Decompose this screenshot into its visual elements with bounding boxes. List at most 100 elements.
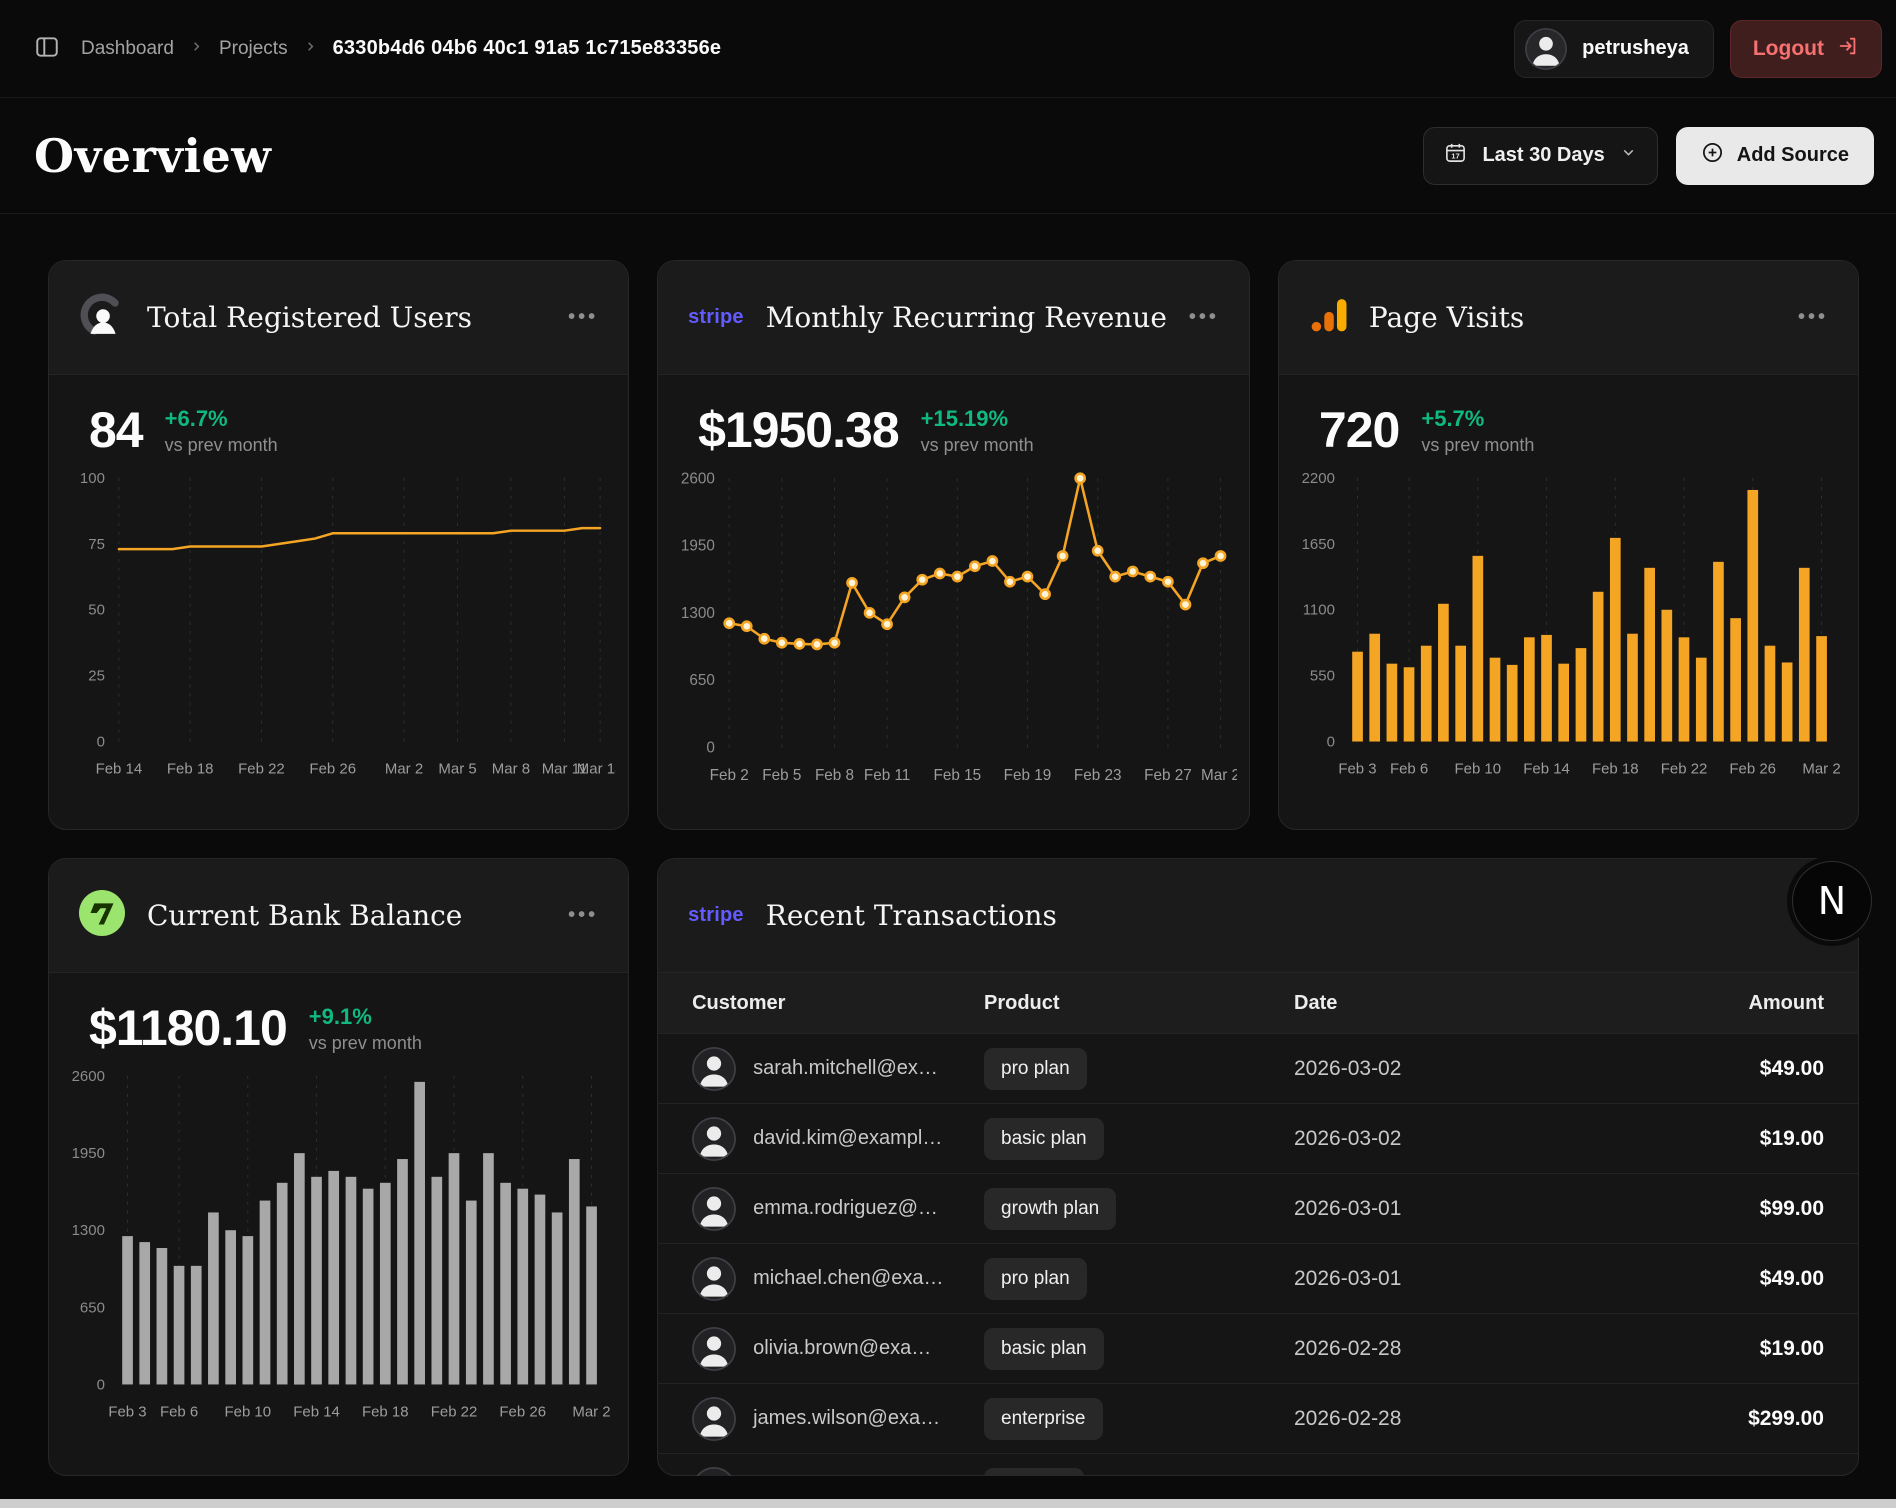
card-total-registered-users: Total Registered Users ••• 84 +6.7% vs p… xyxy=(48,260,629,830)
card-menu-button[interactable]: ••• xyxy=(568,306,598,329)
stat-caption: vs prev month xyxy=(165,435,278,456)
card-menu-button[interactable]: ••• xyxy=(1798,306,1828,329)
customer-email: david.kim@exampl… xyxy=(753,1127,942,1150)
product-badge: growth plan xyxy=(984,1188,1116,1230)
product-badge xyxy=(984,1468,1084,1477)
transaction-amount: $19.00 xyxy=(1634,1127,1824,1151)
svg-text:1650: 1650 xyxy=(1302,536,1335,553)
transaction-date: 2026-02-28 xyxy=(1294,1337,1634,1361)
horizontal-scrollbar[interactable] xyxy=(0,1499,1896,1508)
logout-button[interactable]: Logout xyxy=(1730,20,1882,78)
stat-delta: +9.1% xyxy=(309,1004,422,1030)
card-header: stripe Recent Transactions ••• xyxy=(658,859,1858,973)
dashboard-grid: Total Registered Users ••• 84 +6.7% vs p… xyxy=(0,214,1896,1476)
svg-text:Feb 14: Feb 14 xyxy=(1523,760,1570,777)
chevron-right-icon xyxy=(189,39,204,59)
plus-circle-icon xyxy=(1701,141,1724,170)
transactions-table: Customer Product Date Amount sarah.mitch… xyxy=(658,973,1858,1476)
stat-delta: +6.7% xyxy=(165,406,278,432)
column-header-amount: Amount xyxy=(1634,992,1824,1015)
transaction-date: 2026-03-01 xyxy=(1294,1267,1634,1291)
card-title: Monthly Recurring Revenue xyxy=(766,301,1167,334)
svg-text:Feb 8: Feb 8 xyxy=(815,767,854,784)
card-menu-button[interactable]: ••• xyxy=(1189,306,1219,329)
breadcrumb-projects-link[interactable]: Projects xyxy=(219,38,288,60)
customer-email: emma.rodriguez@… xyxy=(753,1197,938,1220)
card-stats: 720 +5.7% vs prev month xyxy=(1279,375,1858,456)
user-menu-button[interactable]: petrusheya xyxy=(1514,20,1714,78)
stat-value: 720 xyxy=(1319,405,1399,455)
customer-avatar xyxy=(692,1117,736,1161)
customer-avatar xyxy=(692,1187,736,1231)
add-source-button[interactable]: Add Source xyxy=(1676,127,1874,185)
stat-value: $1950.38 xyxy=(698,405,899,455)
card-header: Current Bank Balance ••• xyxy=(49,859,628,973)
transaction-amount: $49.00 xyxy=(1634,1057,1824,1081)
svg-text:Mar 5: Mar 5 xyxy=(438,760,476,777)
svg-text:1950: 1950 xyxy=(72,1145,105,1162)
svg-text:Feb 10: Feb 10 xyxy=(224,1403,271,1420)
svg-text:Mar 2: Mar 2 xyxy=(1802,760,1840,777)
bank-balance-chart: Feb 3Feb 6Feb 10Feb 14Feb 18Feb 22Feb 26… xyxy=(57,1062,616,1426)
svg-text:Feb 6: Feb 6 xyxy=(1390,760,1428,777)
svg-text:650: 650 xyxy=(80,1299,105,1316)
svg-text:Mar 13: Mar 13 xyxy=(577,760,616,777)
svg-text:0: 0 xyxy=(97,734,105,751)
svg-text:550: 550 xyxy=(1310,668,1335,685)
card-header: stripe Monthly Recurring Revenue ••• xyxy=(658,261,1249,375)
logout-label: Logout xyxy=(1753,37,1824,61)
svg-text:Feb 3: Feb 3 xyxy=(1338,760,1376,777)
users-chart: Feb 14Feb 18Feb 22Feb 26Mar 2Mar 5Mar 8M… xyxy=(57,464,616,783)
page-title: Overview xyxy=(34,129,271,183)
breadcrumb-dashboard-link[interactable]: Dashboard xyxy=(81,38,174,60)
user-ring-icon xyxy=(79,292,125,343)
svg-text:650: 650 xyxy=(690,672,716,689)
table-row: james.wilson@exa…enterprise2026-02-28$29… xyxy=(658,1383,1858,1453)
add-source-label: Add Source xyxy=(1737,144,1849,167)
svg-text:1950: 1950 xyxy=(681,538,715,555)
sidebar-panel-icon xyxy=(34,34,60,63)
transaction-date: 2026-03-01 xyxy=(1294,1197,1634,1221)
svg-text:2200: 2200 xyxy=(1302,470,1335,487)
stat-delta: +5.7% xyxy=(1421,406,1534,432)
card-current-bank-balance: Current Bank Balance ••• $1180.10 +9.1% … xyxy=(48,858,629,1476)
svg-text:2600: 2600 xyxy=(681,470,715,487)
card-menu-button[interactable]: ••• xyxy=(568,904,598,927)
topbar: Dashboard Projects 6330b4d6 04b6 40c1 91… xyxy=(0,0,1896,98)
card-title: Total Registered Users xyxy=(147,301,546,334)
wise-icon xyxy=(79,890,125,941)
product-badge: pro plan xyxy=(984,1258,1087,1300)
customer-avatar xyxy=(692,1047,736,1091)
topbar-right: petrusheya Logout xyxy=(1514,20,1882,78)
svg-text:Feb 27: Feb 27 xyxy=(1144,767,1192,784)
card-title: Page Visits xyxy=(1369,301,1776,334)
table-row: olivia.brown@exa…basic plan2026-02-28$19… xyxy=(658,1313,1858,1383)
customer-avatar xyxy=(692,1397,736,1441)
stat-caption: vs prev month xyxy=(921,435,1034,456)
svg-text:Feb 22: Feb 22 xyxy=(238,760,285,777)
nextjs-badge[interactable]: N xyxy=(1792,861,1872,941)
svg-text:17: 17 xyxy=(1452,152,1461,161)
svg-text:1300: 1300 xyxy=(72,1222,105,1239)
transaction-amount: $299.00 xyxy=(1634,1407,1824,1431)
sidebar-toggle-button[interactable] xyxy=(28,33,66,64)
stripe-logo: stripe xyxy=(688,306,744,329)
table-row: sarah.mitchell@ex…pro plan2026-03-02$49.… xyxy=(658,1033,1858,1103)
table-header-row: Customer Product Date Amount xyxy=(658,973,1858,1033)
svg-text:Feb 18: Feb 18 xyxy=(1592,760,1639,777)
logout-icon xyxy=(1837,35,1859,63)
date-range-dropdown[interactable]: 17 Last 30 Days xyxy=(1423,127,1657,185)
svg-text:1100: 1100 xyxy=(1303,602,1335,619)
user-avatar xyxy=(1525,28,1567,70)
svg-text:0: 0 xyxy=(1327,734,1335,751)
svg-text:Feb 18: Feb 18 xyxy=(362,1403,409,1420)
svg-text:Feb 10: Feb 10 xyxy=(1454,760,1501,777)
table-row-partial xyxy=(658,1453,1858,1476)
transaction-date: 2026-02-28 xyxy=(1294,1407,1634,1431)
transaction-amount: $49.00 xyxy=(1634,1267,1824,1291)
svg-text:100: 100 xyxy=(80,470,105,487)
transaction-date: 2026-03-02 xyxy=(1294,1057,1634,1081)
card-header: Total Registered Users ••• xyxy=(49,261,628,375)
customer-email: olivia.brown@exa… xyxy=(753,1337,931,1360)
card-stats: $1950.38 +15.19% vs prev month xyxy=(658,375,1249,456)
